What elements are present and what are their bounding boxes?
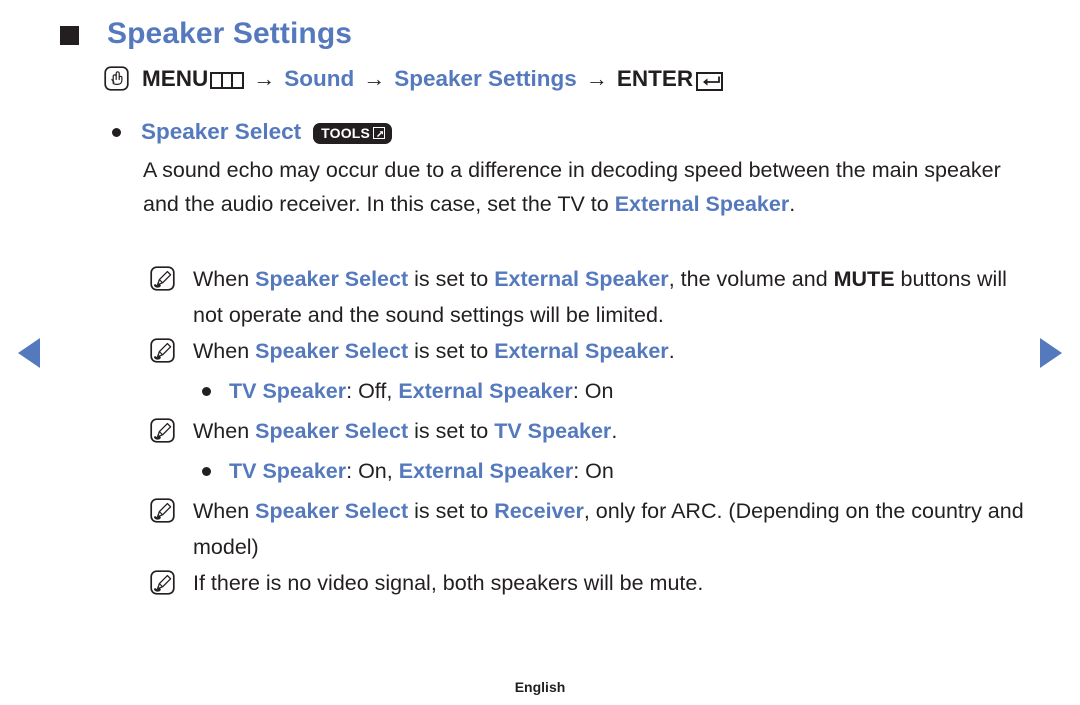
round-bullet-icon [202,387,211,396]
note-row: When Speaker Select is set to Receiver, … [150,493,1030,565]
note-sub-row: TV Speaker: On, External Speaker: On [202,453,1030,489]
tools-badge-label: TOOLS [321,124,371,141]
setting-name: Speaker Select [141,119,302,144]
highlight-term: External Speaker [398,459,574,483]
menu-item-speaker-settings[interactable]: Speaker Settings [394,66,577,92]
note-text: When Speaker Select is set to TV Speaker… [193,413,1030,449]
menu-bars-icon [210,71,245,89]
text-run: . [668,339,675,363]
text-run: When [193,419,256,443]
highlight-term: Speaker Select [255,267,409,291]
text-run: If there is no video signal, both speake… [193,571,704,595]
tools-arrow-icon [373,126,386,139]
highlight-term: External Speaker [614,192,790,216]
highlight-term: External Speaker [398,379,573,403]
note-sub-row: TV Speaker: Off, External Speaker: On [202,373,1030,409]
text-run: : On [572,379,614,403]
text-run: A sound echo may occur due to a differen… [143,158,1001,216]
path-arrow-2: → [363,66,386,91]
square-bullet-icon [60,26,79,45]
note-pencil-icon [150,570,175,595]
note-pencil-icon [150,266,175,291]
enter-label: ENTER [616,66,694,91]
highlight-term: Speaker Select [255,499,409,523]
note-row: When Speaker Select is set to External S… [150,333,1030,369]
previous-page-arrow[interactable] [18,338,40,368]
notes-list: When Speaker Select is set to External S… [150,261,1030,601]
note-text: When Speaker Select is set to External S… [193,261,1030,333]
text-run: is set to [408,339,495,363]
note-sub-text: TV Speaker: Off, External Speaker: On [229,373,613,409]
text-run: When [193,339,256,363]
note-pencil-icon [150,338,175,363]
page-title: Speaker Settings [107,17,353,50]
highlight-term: TV Speaker [494,419,612,443]
text-run: When [193,499,256,523]
menu-label: MENU [142,66,209,91]
setting-description: A sound echo may occur due to a differen… [143,153,1023,221]
note-pencil-icon [150,418,175,443]
text-run: : On, [346,459,399,483]
text-run: . [789,192,796,216]
enter-return-icon [696,71,724,91]
note-row: When Speaker Select is set to TV Speaker… [150,413,1030,449]
tools-badge[interactable]: TOOLS [313,122,393,144]
text-run: is set to [408,267,495,291]
text-run: : On [573,459,614,483]
note-text: When Speaker Select is set to Receiver, … [193,493,1030,565]
note-pencil-icon [150,498,175,523]
manual-page: Speaker Settings MENU → Sound → Speaker … [0,0,1080,705]
highlight-term: TV Speaker [229,459,347,483]
setting-entry-speaker-select[interactable]: Speaker Select TOOLS [112,119,393,145]
menu-path: MENU → Sound → Speaker Settings → ENTER [104,65,724,92]
note-row: When Speaker Select is set to External S… [150,261,1030,333]
highlight-term: External Speaker [494,339,669,363]
highlight-term: External Speaker [494,267,669,291]
next-page-arrow[interactable] [1040,338,1062,368]
round-bullet-icon [202,467,211,476]
text-run: When [193,267,256,291]
highlight-term: Receiver [494,499,584,523]
path-arrow-1: → [253,66,276,91]
hand-pointer-icon [104,65,129,91]
text-run: . [611,419,618,443]
note-sub-text: TV Speaker: On, External Speaker: On [229,453,614,489]
note-text: If there is no video signal, both speake… [193,565,1030,601]
highlight-term: TV Speaker [229,379,347,403]
highlight-term: Speaker Select [255,339,409,363]
path-arrow-3: → [585,66,608,91]
menu-item-sound[interactable]: Sound [284,66,354,92]
round-bullet-icon [112,127,121,137]
text-run: is set to [408,499,495,523]
note-row: If there is no video signal, both speake… [150,565,1030,601]
text-run: is set to [408,419,495,443]
text-run: , the volume and [668,267,834,291]
page-title-row: Speaker Settings [60,14,352,53]
highlight-term: Speaker Select [255,419,409,443]
footer-language: English [514,679,566,695]
text-run: : Off, [346,379,399,403]
note-text: When Speaker Select is set to External S… [193,333,1030,369]
emphasis-term: MUTE [833,267,895,291]
